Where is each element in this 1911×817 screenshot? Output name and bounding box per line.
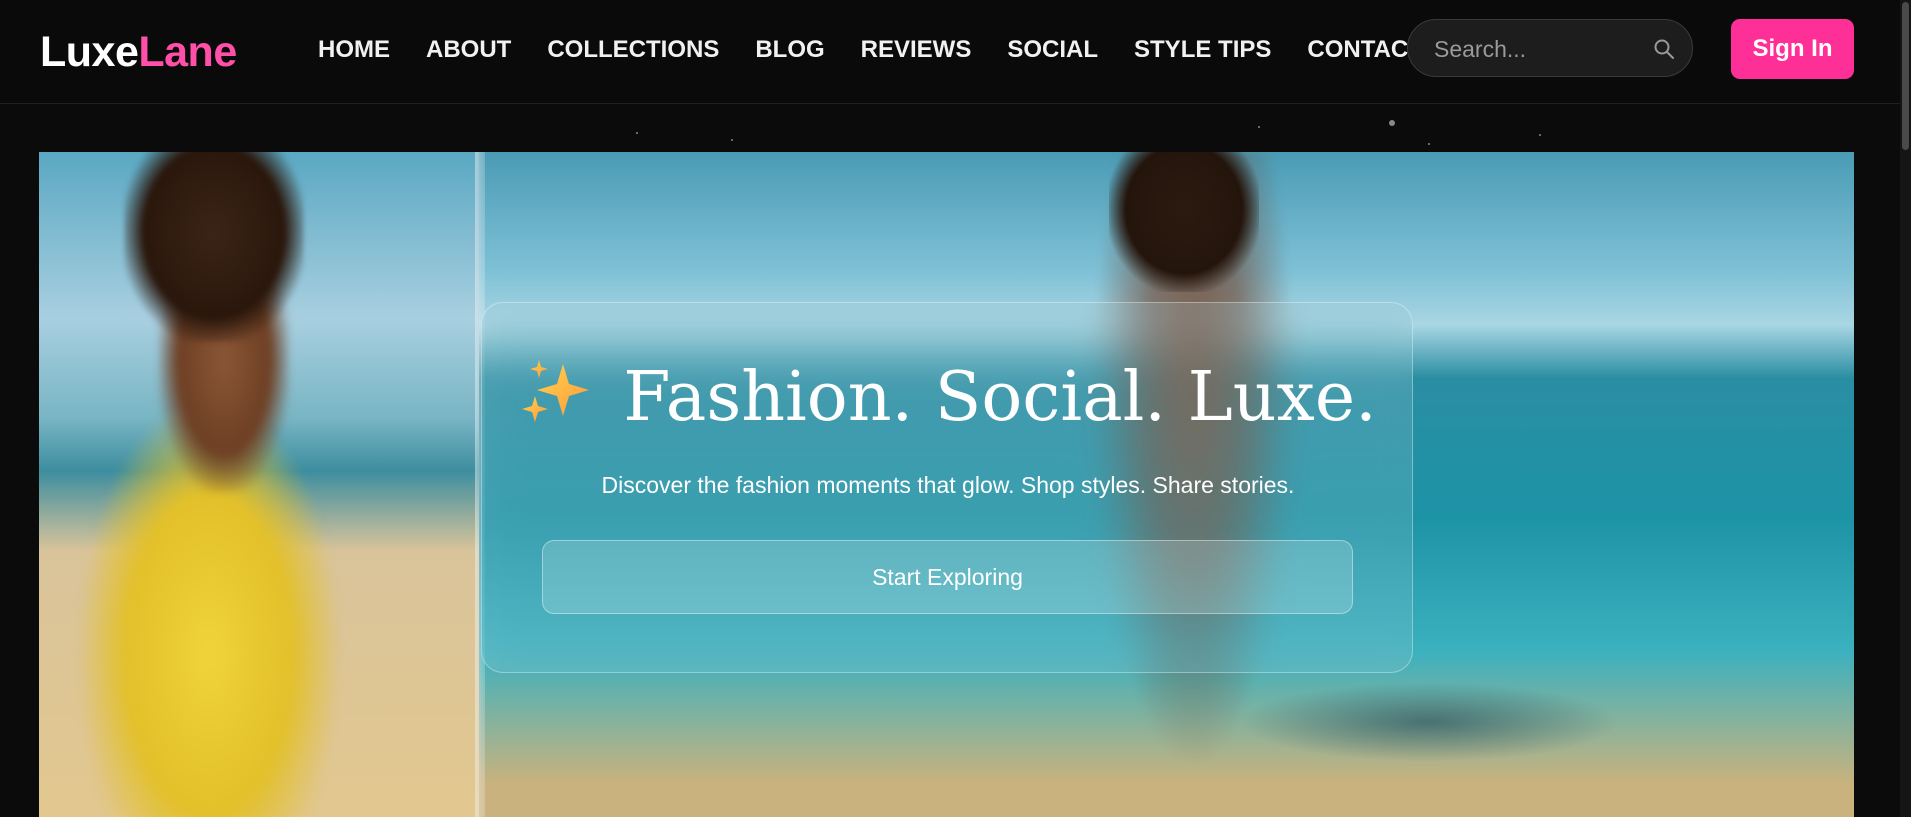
- hero-headline-row: Fashion. Social. Luxe.: [482, 358, 1414, 438]
- start-exploring-button[interactable]: Start Exploring: [542, 540, 1353, 614]
- main-nav: HOME ABOUT COLLECTIONS BLOG REVIEWS SOCI…: [318, 34, 1459, 66]
- hero-photo-hair-left: [124, 152, 304, 342]
- brand-logo-part1: Luxe: [40, 28, 139, 76]
- scrollbar[interactable]: [1900, 0, 1911, 817]
- nav-item-reviews[interactable]: REVIEWS: [861, 34, 972, 66]
- hero-headline: Fashion. Social. Luxe.: [623, 358, 1377, 437]
- decorative-dot: [1539, 134, 1541, 136]
- nav-item-contact[interactable]: CONTACT: [1307, 34, 1423, 66]
- site-header: LuxeLane HOME ABOUT COLLECTIONS BLOG REV…: [0, 0, 1911, 104]
- search-icon[interactable]: [1652, 37, 1676, 61]
- nav-item-social[interactable]: SOCIAL: [1007, 34, 1098, 66]
- decorative-dot: [1258, 126, 1260, 128]
- sign-in-button[interactable]: Sign In: [1731, 19, 1854, 79]
- nav-item-collections[interactable]: COLLECTIONS: [547, 34, 719, 66]
- decorative-dot: [1389, 120, 1395, 126]
- nav-item-about[interactable]: ABOUT: [426, 34, 511, 66]
- hero-card: Fashion. Social. Luxe. Discover the fash…: [481, 302, 1413, 673]
- nav-item-home[interactable]: HOME: [318, 34, 390, 66]
- decorative-dot: [731, 139, 733, 141]
- hero-subline: Discover the fashion moments that glow. …: [601, 472, 1295, 498]
- hero-photo-hair-right: [1109, 152, 1259, 292]
- sparkles-icon: [522, 360, 590, 422]
- decorative-dot: [636, 132, 638, 134]
- search-box: [1407, 19, 1693, 77]
- search-input[interactable]: [1432, 32, 1646, 66]
- brand-logo-part2: Lane: [138, 28, 237, 76]
- nav-item-blog[interactable]: BLOG: [755, 34, 824, 66]
- decorative-dot: [1428, 143, 1430, 145]
- brand-logo[interactable]: LuxeLane: [40, 26, 237, 78]
- hero-photo-water-shadow: [1239, 682, 1619, 762]
- scrollbar-thumb[interactable]: [1902, 2, 1909, 150]
- nav-item-style-tips[interactable]: STYLE TIPS: [1134, 34, 1271, 66]
